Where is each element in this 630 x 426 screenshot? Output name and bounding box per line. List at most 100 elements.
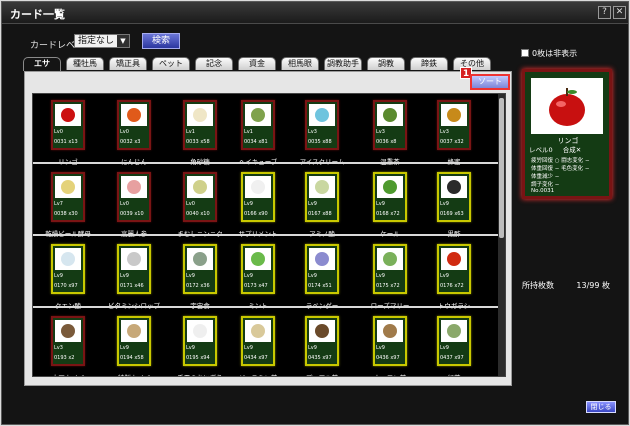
card-image (377, 176, 403, 198)
tab-8[interactable]: 調教 (367, 57, 405, 70)
card-number: 0032 (120, 139, 133, 145)
tab-1[interactable]: 種牡馬 (66, 57, 104, 70)
card-item[interactable]: Lv9 0437 x97 (437, 316, 471, 366)
card-item[interactable]: Lv9 0167 x88 (305, 172, 339, 222)
card-number-count: 0039 x10 (120, 210, 148, 218)
card-item[interactable]: Lv3 0035 x88 (305, 100, 339, 150)
card-name: まむしニンニク (170, 228, 230, 238)
title-bar: カード一覧 ? ✕ (2, 2, 628, 24)
card-item[interactable]: Lv3 0036 x8 (373, 100, 407, 150)
card-item[interactable]: Lv9 0175 x72 (373, 244, 407, 294)
card-number: 0037 (440, 139, 453, 145)
card-number-count: 0032 x3 (120, 138, 148, 146)
tab-0[interactable]: エサ (23, 57, 61, 71)
card-level: Lv7 (54, 201, 63, 207)
card-count: x58 (134, 355, 144, 361)
card-level: Lv3 (308, 129, 317, 135)
card-image (441, 248, 467, 270)
hide-zero-checkbox[interactable] (521, 49, 529, 57)
search-button[interactable]: 検索 (142, 33, 180, 49)
scrollbar-thumb[interactable] (499, 98, 504, 238)
card-image (55, 176, 81, 198)
card-number: 0031 (54, 139, 67, 145)
card-item[interactable]: Lv9 0166 x90 (241, 172, 275, 222)
card-number-count: 0172 x36 (186, 282, 214, 290)
card-number-count: 0194 x58 (120, 354, 148, 362)
card-name: にんじん (104, 156, 164, 166)
card-count: x97 (258, 355, 268, 361)
card-item[interactable]: Lv0 0031 x13 (51, 100, 85, 150)
card-number-count: 0036 x8 (376, 138, 404, 146)
card-item[interactable]: Lv1 0033 x58 (183, 100, 217, 150)
card-item[interactable]: Lv9 0170 x97 (51, 244, 85, 294)
card-item[interactable]: Lv0 0039 x10 (117, 172, 151, 222)
card-item[interactable]: Lv9 0174 x51 (305, 244, 339, 294)
close-window-button[interactable]: ✕ (613, 6, 626, 19)
card-number-count: 0168 x72 (376, 210, 404, 218)
card-item[interactable]: Lv0 0032 x3 (117, 100, 151, 150)
card-item[interactable]: Lv9 0171 x46 (117, 244, 151, 294)
close-button[interactable]: 閉じる (586, 401, 616, 413)
card-item[interactable]: Lv0 0040 x10 (183, 172, 217, 222)
food-icon (127, 180, 141, 194)
card-number: 0174 (308, 283, 321, 289)
food-icon (315, 252, 329, 266)
card-item[interactable]: Lv9 0434 x97 (241, 316, 275, 366)
preview-effect-line-4: 調子変化 − (531, 182, 560, 188)
card-number-count: 0034 x81 (244, 138, 272, 146)
sort-button[interactable]: ソート (470, 74, 510, 90)
food-icon (447, 180, 461, 194)
card-item[interactable]: Lv9 0168 x72 (373, 172, 407, 222)
card-item[interactable]: Lv3 0037 x32 (437, 100, 471, 150)
card-name: 特製カイバ (104, 372, 164, 376)
card-item[interactable]: Lv9 0194 x58 (117, 316, 151, 366)
tab-5[interactable]: 資金 (238, 57, 276, 70)
tab-4[interactable]: 記念 (195, 57, 233, 70)
card-item[interactable]: Lv9 0172 x36 (183, 244, 217, 294)
card-count: x97 (68, 283, 78, 289)
card-count: x10 (200, 211, 210, 217)
tab-9[interactable]: 蹄鉄 (410, 57, 448, 70)
card-count: x2 (68, 355, 75, 361)
card-image (377, 104, 403, 126)
card-name: ウーロン茶 (360, 372, 420, 376)
card-item[interactable]: Lv9 0195 x94 (183, 316, 217, 366)
food-icon (193, 180, 207, 194)
card-count: x46 (134, 283, 144, 289)
tab-2[interactable]: 矯正具 (109, 57, 147, 70)
card-number: 0168 (376, 211, 389, 217)
help-button[interactable]: ? (598, 6, 611, 19)
card-number: 0176 (440, 283, 453, 289)
card-number-count: 0175 x72 (376, 282, 404, 290)
card-name: トウガラシ (424, 300, 484, 310)
card-item[interactable]: Lv9 0169 x63 (437, 172, 471, 222)
row-separator (33, 234, 499, 236)
card-image (187, 248, 213, 270)
card-number: 0435 (308, 355, 321, 361)
card-preview: リンゴ レベル0 合成✕ 疲労回復 ○ 闘志変化 − 体重回復 − 毛色変化 −… (522, 69, 612, 199)
tab-7[interactable]: 調教助手 (324, 57, 362, 70)
card-item[interactable]: Lv3 0193 x2 (51, 316, 85, 366)
card-image (121, 248, 147, 270)
card-item[interactable]: Lv9 0436 x97 (373, 316, 407, 366)
tab-3[interactable]: ペット (152, 57, 190, 70)
card-number: 0171 (120, 283, 133, 289)
card-level-select[interactable]: 指定なし ▼ (74, 34, 130, 48)
card-image (187, 104, 213, 126)
card-item[interactable]: Lv7 0038 x30 (51, 172, 85, 222)
food-icon (447, 252, 461, 266)
tab-6[interactable]: 相馬眼 (281, 57, 319, 70)
card-image (121, 104, 147, 126)
card-item[interactable]: Lv1 0034 x81 (241, 100, 275, 150)
card-level: Lv9 (186, 345, 195, 351)
card-name: ジャスミン茶 (228, 372, 288, 376)
card-level: Lv9 (376, 201, 385, 207)
tab-10[interactable]: その他 (453, 57, 491, 70)
card-item[interactable]: Lv9 0435 x97 (305, 316, 339, 366)
card-item[interactable]: Lv9 0173 x47 (241, 244, 275, 294)
card-number-count: 0033 x58 (186, 138, 214, 146)
card-item[interactable]: Lv9 0176 x72 (437, 244, 471, 294)
card-number-count: 0193 x2 (54, 354, 82, 362)
card-image (245, 320, 271, 342)
card-level: Lv1 (186, 129, 195, 135)
